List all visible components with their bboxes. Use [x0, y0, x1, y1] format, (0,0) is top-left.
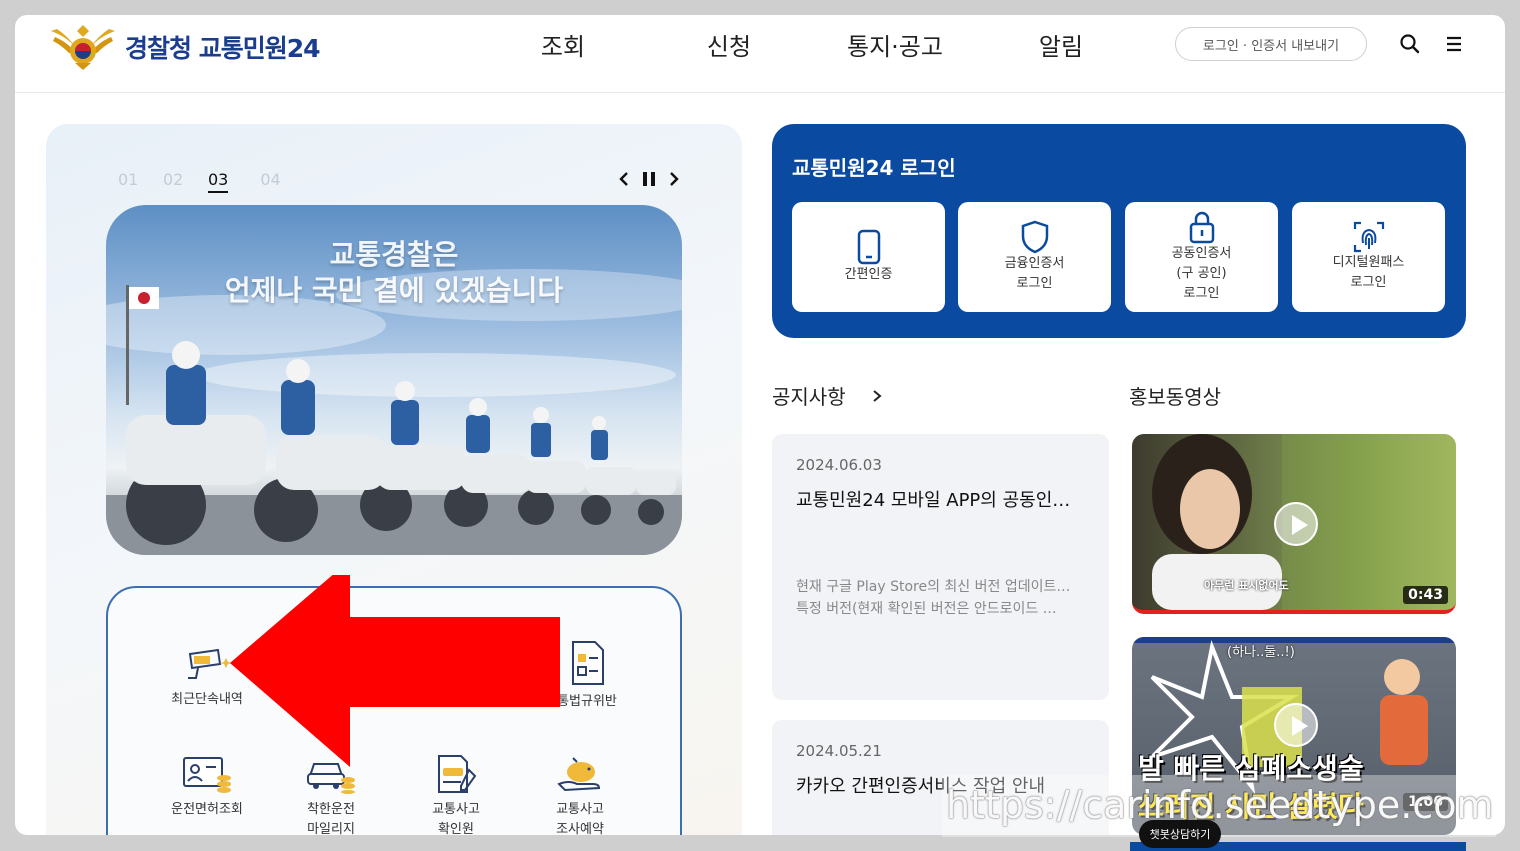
slide-controls [616, 170, 682, 188]
service-label-line-2: 조사예약 [556, 822, 604, 835]
chevron-left-icon[interactable] [616, 170, 632, 188]
play-icon[interactable] [1274, 502, 1318, 546]
notice-date: 2024.06.03 [796, 456, 882, 474]
video-caption: 아무런 표시없어도 [1204, 579, 1289, 592]
service-label: 운전면허조회 [171, 802, 243, 817]
service-label-line-1: 착한운전 [307, 802, 355, 817]
login-card-label: 간편인증 [844, 267, 893, 282]
notice-summary-line-2: 특정 버전(현재 확인된 버전은 안드로이드 … [796, 601, 1057, 617]
login-card-label-line-1: 공동인증서 [1171, 246, 1232, 261]
smartphone-icon [857, 229, 880, 265]
main-banner[interactable]: 교통경찰은 언제나 국민 곁에 있겠습니다 [106, 205, 682, 555]
play-icon[interactable] [1274, 703, 1318, 747]
slide-number-1[interactable]: 01 [118, 170, 163, 193]
nav-item-notice[interactable]: 통지·공고 [812, 27, 978, 62]
checklist-icon [572, 641, 604, 685]
banner-line-2: 언제나 국민 곁에 있겠습니다 [224, 274, 564, 307]
login-card-label-line-1: 디지털원패스 [1332, 255, 1405, 270]
login-panel: 교통민원24 로그인 간편인증 금융인증서 로그인 공동인증서 (구 공인) 로 [772, 124, 1466, 338]
banner-caption: 교통경찰은 언제나 국민 곁에 있겠습니다 [106, 237, 682, 309]
slide-number-2[interactable]: 02 [163, 170, 208, 193]
slide-indicator: 01 02 03 04 [118, 170, 305, 193]
service-label-line-1: 교통사고 [432, 802, 480, 817]
police-emblem-icon [51, 25, 115, 70]
video-thumbnail[interactable]: 아무런 표시없어도 0:43 [1132, 434, 1456, 614]
nav-item-alerts[interactable]: 알림 [978, 27, 1144, 62]
lock-icon [1189, 211, 1214, 244]
header: 경찰청 교통민원24 조회 신청 통지·공고 알림 로그인 · 인증서 내보내기 [15, 15, 1505, 93]
notice-title-text: 공지사항 [772, 385, 846, 409]
page: 경찰청 교통민원24 조회 신청 통지·공고 알림 로그인 · 인증서 내보내기… [15, 15, 1505, 835]
notice-date: 2024.05.21 [796, 742, 882, 760]
notice-card[interactable]: 2024.06.03 교통민원24 모바일 APP의 공동인… 현재 구글 Pl… [772, 434, 1109, 700]
pause-icon[interactable] [640, 170, 658, 188]
chevron-right-icon [873, 390, 882, 402]
search-icon[interactable] [1397, 31, 1423, 57]
login-card-label-line-2: 로그인 [1350, 275, 1387, 290]
login-card-label-line-1: 금융인증서 [1004, 256, 1065, 271]
site-logo[interactable]: 경찰청 교통민원24 [47, 23, 320, 71]
menu-icon[interactable] [1441, 31, 1467, 57]
login-export-button[interactable]: 로그인 · 인증서 내보내기 [1175, 27, 1367, 61]
logo-text: 경찰청 교통민원24 [125, 34, 320, 63]
main-nav: 조회 신청 통지·공고 알림 [480, 27, 1144, 62]
slide-number-4[interactable]: 04 [260, 170, 305, 193]
red-arrow-annotation [230, 575, 560, 767]
shield-icon [1021, 220, 1048, 254]
notice-summary-line-1: 현재 구글 Play Store의 최신 버전 업데이트… [796, 579, 1071, 595]
speed-camera-icon [188, 648, 232, 679]
nav-item-apply[interactable]: 신청 [646, 27, 812, 62]
piggy-bank-icon [557, 757, 601, 792]
login-card-label-line-3: 로그인 [1183, 286, 1220, 301]
notice-title: 교통민원24 모바일 APP의 공동인… [796, 490, 1071, 511]
service-label-line-1: 교통사고 [556, 802, 604, 817]
video-speech-bubble: (하나..둘..!) [1227, 645, 1295, 660]
login-title: 교통민원24 로그인 [792, 156, 956, 180]
joint-cert-button[interactable]: 공동인증서 (구 공인) 로그인 [1125, 202, 1278, 312]
fingerprint-icon [1353, 221, 1384, 253]
notice-summary: 현재 구글 Play Store의 최신 버전 업데이트… 특정 버전(현재 확… [796, 576, 1088, 620]
nav-item-lookup[interactable]: 조회 [480, 27, 646, 62]
license-card-icon [183, 757, 231, 793]
login-card-label-line-2: 로그인 [1016, 276, 1053, 291]
chatbot-button[interactable]: 챗봇상담하기 [1139, 820, 1221, 848]
chevron-right-icon[interactable] [666, 170, 682, 188]
notice-section-title[interactable]: 공지사항 [772, 381, 884, 410]
banner-line-1: 교통경찰은 [329, 238, 459, 271]
video-duration: 0:43 [1403, 586, 1448, 604]
service-label-line-2: 확인원 [438, 822, 474, 835]
slide-number-3[interactable]: 03 [208, 170, 229, 193]
simple-auth-button[interactable]: 간편인증 [792, 202, 945, 312]
digital-onepass-button[interactable]: 디지털원패스 로그인 [1292, 202, 1445, 312]
video-section-title: 홍보동영상 [1129, 385, 1221, 409]
service-label-line-2: 마일리지 [307, 822, 355, 835]
financial-cert-button[interactable]: 금융인증서 로그인 [958, 202, 1111, 312]
login-card-label-line-2: (구 공인) [1176, 266, 1227, 281]
